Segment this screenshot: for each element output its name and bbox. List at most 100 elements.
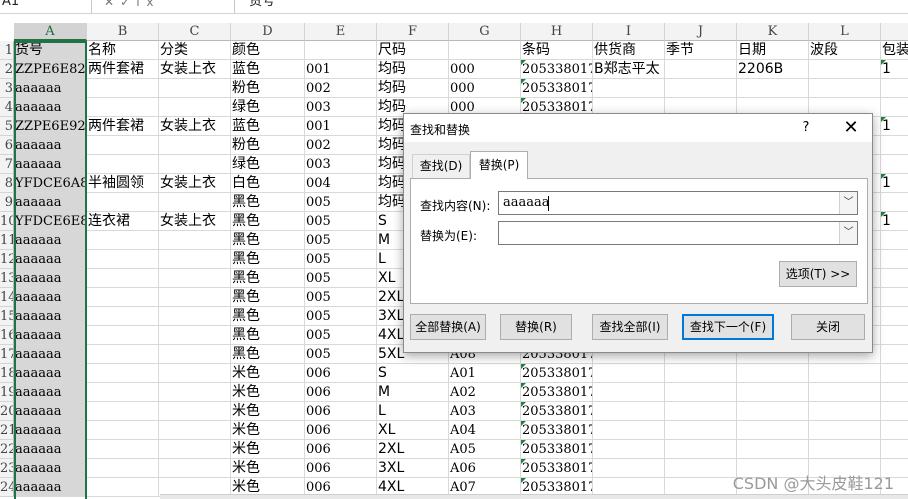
cell[interactable] [665,440,737,459]
cell[interactable]: 黑色 [231,212,305,231]
cell[interactable]: aaaaaa [14,79,87,98]
cell[interactable] [159,231,231,250]
cell[interactable]: 颜色 [231,41,305,60]
cell[interactable]: aaaaaa [14,193,87,212]
cell[interactable] [665,383,737,402]
cell[interactable]: 粉色 [231,79,305,98]
cell[interactable]: A01 [449,364,521,383]
cell[interactable] [159,136,231,155]
cell[interactable]: 005 [305,326,377,345]
cell[interactable]: aaaaaa [14,383,87,402]
row-header[interactable]: 9 [0,193,14,212]
cell[interactable]: aaaaaa [14,440,87,459]
cell[interactable] [87,269,159,288]
cell[interactable] [593,440,665,459]
cell[interactable]: aaaaaa [14,345,87,364]
row-header[interactable]: 1 [0,41,14,60]
cell[interactable] [665,402,737,421]
cell[interactable] [881,155,908,174]
cell[interactable] [737,402,809,421]
column-header[interactable]: B [87,23,159,41]
cell[interactable] [593,402,665,421]
cell[interactable]: 蓝色 [231,117,305,136]
column-header[interactable]: G [449,23,521,41]
cell[interactable] [87,478,159,497]
cell[interactable]: 米色 [231,440,305,459]
cell[interactable]: 1 [881,174,908,193]
cell[interactable]: aaaaaa [14,421,87,440]
cell[interactable]: 尺码 [377,41,449,60]
cell[interactable]: 黑色 [231,231,305,250]
cell[interactable]: aaaaaa [14,478,87,497]
cell[interactable] [87,364,159,383]
cell[interactable] [87,326,159,345]
name-box[interactable]: A1 [0,0,92,13]
cell[interactable]: aaaaaa [14,326,87,345]
cell[interactable]: 001 [305,117,377,136]
row-header[interactable]: 18 [0,364,14,383]
cell[interactable] [881,193,908,212]
cell[interactable] [881,269,908,288]
cell[interactable] [737,383,809,402]
cell[interactable]: 波段 [809,41,881,60]
cell[interactable] [881,136,908,155]
cell[interactable] [87,383,159,402]
cell[interactable]: 205338017 [521,60,593,79]
cell[interactable]: 女装上衣 [159,212,231,231]
cell[interactable]: 米色 [231,364,305,383]
cell[interactable]: A02 [449,383,521,402]
cell[interactable] [881,383,908,402]
cell[interactable] [881,364,908,383]
cell[interactable] [159,269,231,288]
cell[interactable]: 004 [305,174,377,193]
cell[interactable]: 205338017 [521,402,593,421]
cell[interactable]: aaaaaa [14,402,87,421]
cell[interactable]: 3XL [377,459,449,478]
cell[interactable] [809,402,881,421]
options-button[interactable]: 选项(T) >> [779,261,857,287]
cell[interactable]: 005 [305,345,377,364]
cell[interactable]: A06 [449,459,521,478]
formula-input[interactable]: 货号 [234,0,908,13]
cell[interactable]: 绿色 [231,98,305,117]
cell[interactable]: 006 [305,421,377,440]
cell[interactable] [881,250,908,269]
row-header[interactable]: 12 [0,250,14,269]
cell[interactable] [737,364,809,383]
cell[interactable]: A05 [449,440,521,459]
cell[interactable] [87,459,159,478]
cell[interactable]: 2206B [737,60,809,79]
cell[interactable]: YFDCE6E81 [14,212,87,231]
cell[interactable]: 女装上衣 [159,174,231,193]
cell[interactable] [159,98,231,117]
cell[interactable] [809,79,881,98]
row-header[interactable]: 3 [0,79,14,98]
cell[interactable]: 002 [305,136,377,155]
cell[interactable]: 均码 [377,60,449,79]
row-header[interactable]: 15 [0,307,14,326]
cell[interactable] [87,440,159,459]
column-header[interactable]: D [231,23,305,41]
tab-find[interactable]: 查找(D) [412,154,470,178]
replace-with-input[interactable]: ﹀ [498,221,858,245]
cell[interactable]: 205338017 [521,79,593,98]
cell[interactable]: 006 [305,459,377,478]
cell[interactable] [87,79,159,98]
row-header[interactable]: 8 [0,174,14,193]
tab-replace[interactable]: 替换(P) [470,151,528,179]
cell[interactable] [159,250,231,269]
cell[interactable] [881,440,908,459]
cell[interactable]: 1 [881,212,908,231]
cell[interactable]: ZZPE6E920 [14,117,87,136]
cell[interactable] [159,193,231,212]
cell[interactable] [809,421,881,440]
cell[interactable]: 205338017 [521,421,593,440]
cell[interactable] [449,41,521,60]
cell[interactable] [881,307,908,326]
cell[interactable]: ZZPE6E829 [14,60,87,79]
row-header[interactable]: 7 [0,155,14,174]
enter-icon[interactable]: ✓ [120,0,136,9]
row-header[interactable]: 22 [0,440,14,459]
fx-icon[interactable]: fx [136,0,159,9]
cell[interactable]: aaaaaa [14,364,87,383]
